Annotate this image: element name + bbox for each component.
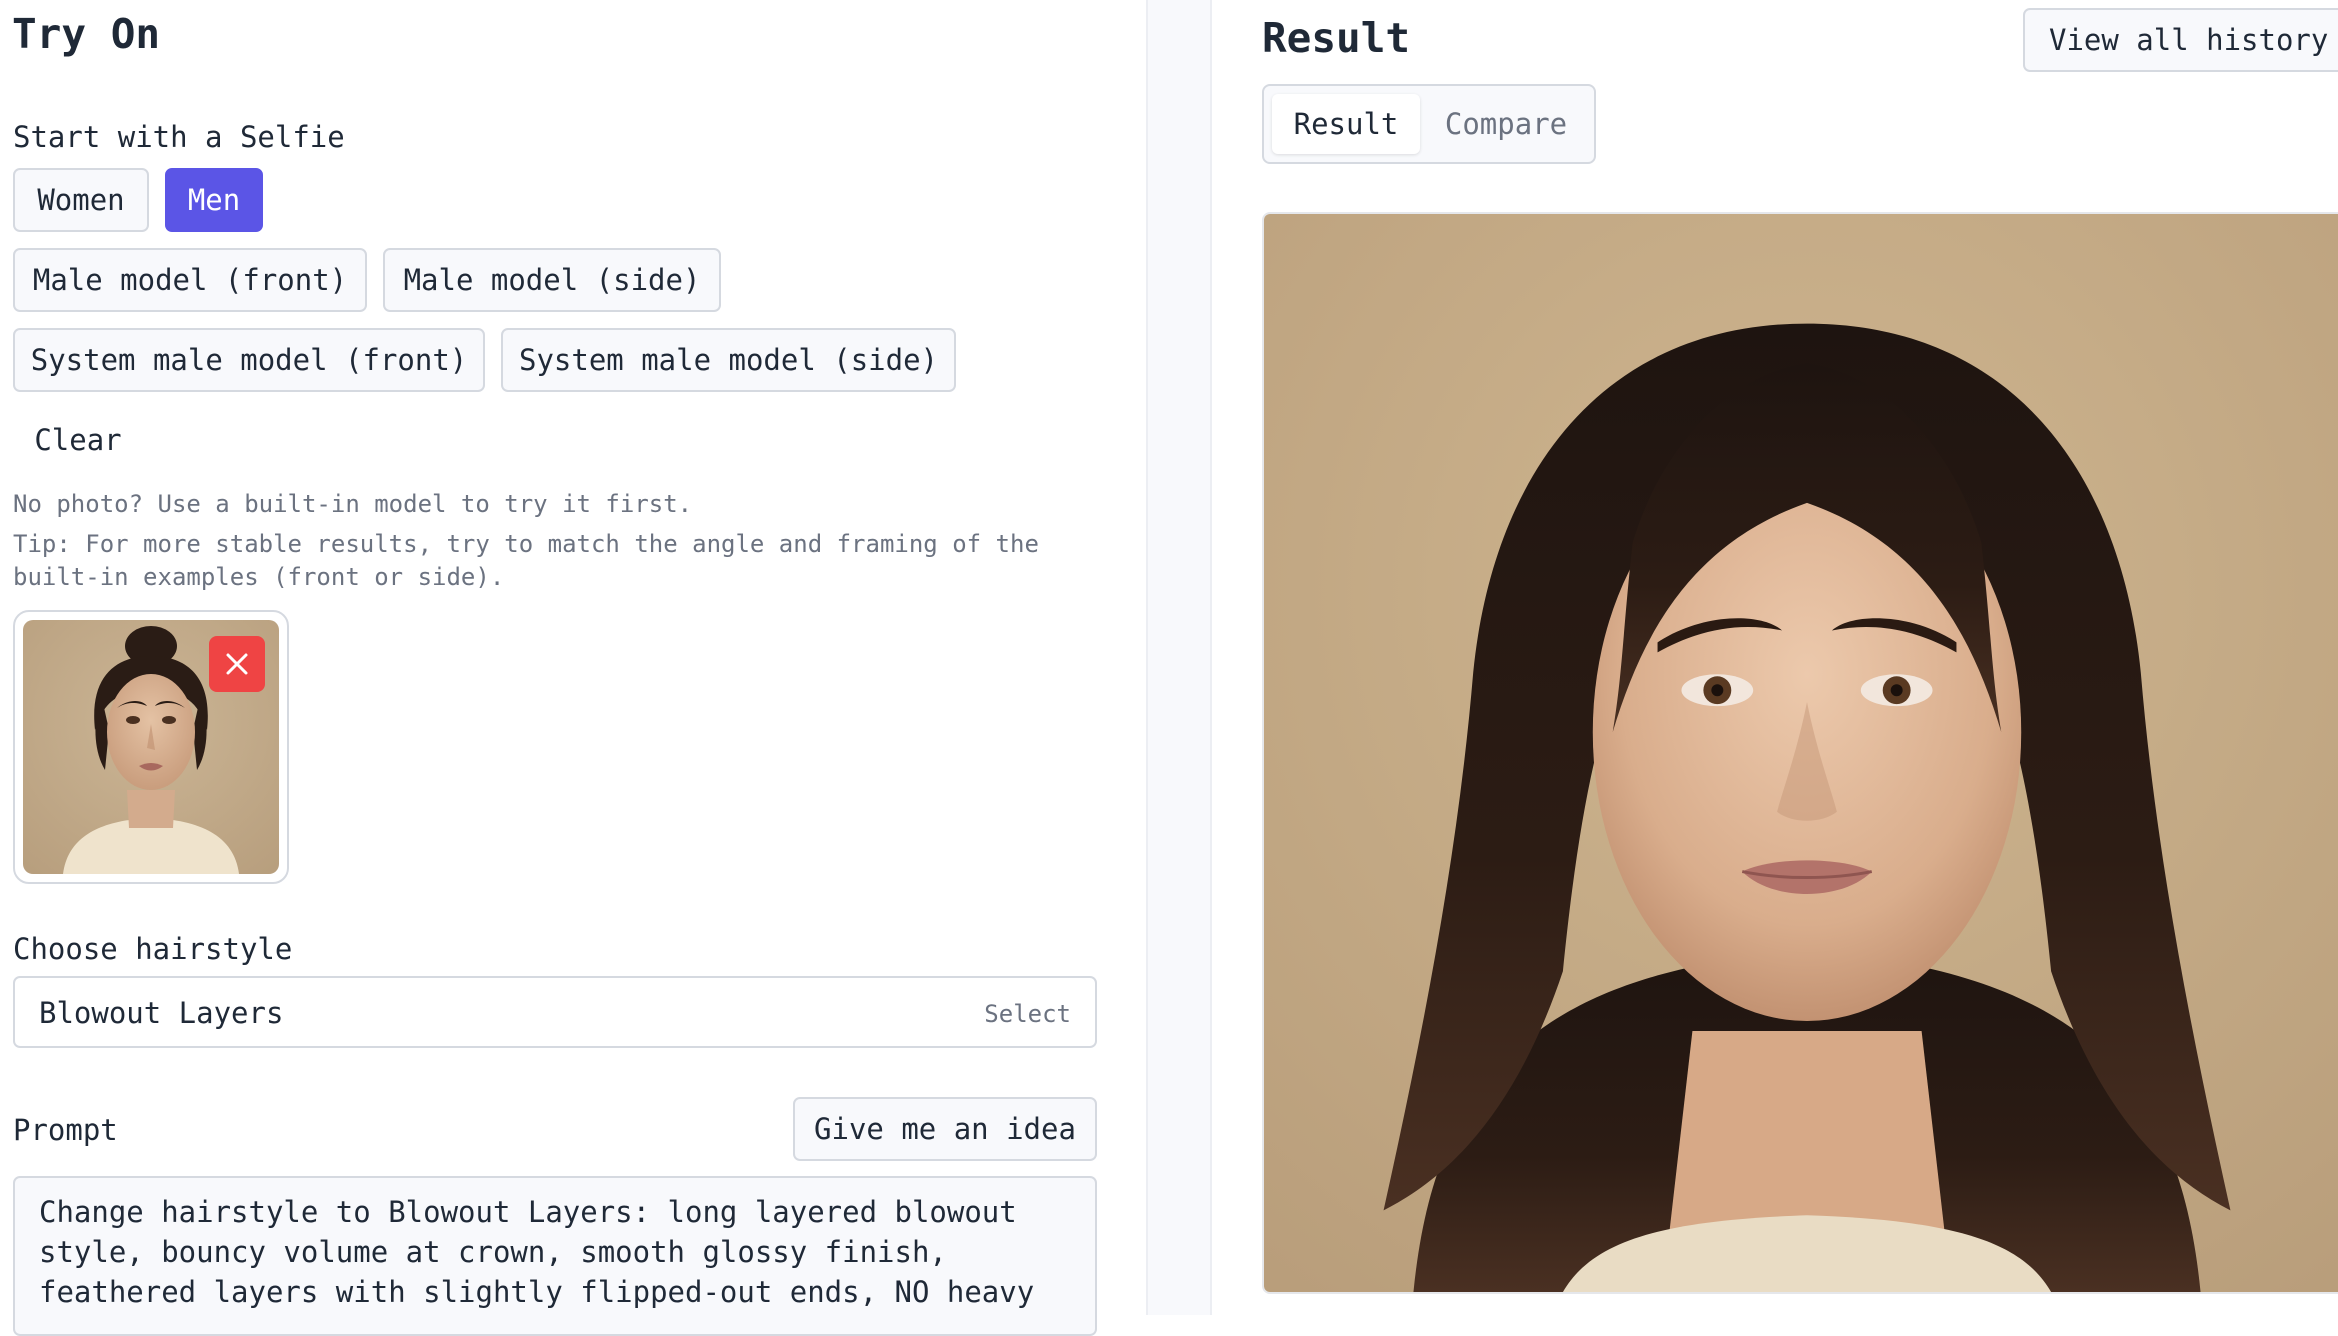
- hairstyle-label: Choose hairstyle: [13, 932, 293, 966]
- result-panel: Result View all history Result Compare: [1212, 0, 2338, 1315]
- tip-hint-line-2: built-in examples (front or side).: [13, 563, 505, 591]
- hairstyle-selected-value: Blowout Layers: [39, 996, 284, 1030]
- view-all-history-button[interactable]: View all history: [2023, 8, 2338, 72]
- result-photo: [1262, 212, 2338, 1294]
- male-model-front-button[interactable]: Male model (front): [13, 248, 367, 312]
- selfie-thumbnail-card: [13, 610, 289, 884]
- panel-divider[interactable]: [1146, 0, 1212, 1315]
- no-photo-hint: No photo? Use a built-in model to try it…: [13, 490, 693, 518]
- system-male-model-side-button[interactable]: System male model (side): [501, 328, 956, 392]
- give-me-an-idea-button[interactable]: Give me an idea: [793, 1097, 1097, 1161]
- select-hint: Select: [984, 1000, 1071, 1028]
- male-model-side-button[interactable]: Male model (side): [383, 248, 721, 312]
- prompt-textarea[interactable]: Change hairstyle to Blowout Layers: long…: [13, 1176, 1097, 1336]
- clear-button[interactable]: Clear: [13, 408, 143, 472]
- try-on-panel: Try On Start with a Selfie Women Men Mal…: [0, 0, 1146, 1336]
- tip-hint-line-1: Tip: For more stable results, try to mat…: [13, 530, 1039, 558]
- result-title: Result: [1262, 14, 1411, 62]
- close-icon: [226, 653, 248, 675]
- women-button[interactable]: Women: [13, 168, 149, 232]
- remove-selfie-button[interactable]: [209, 636, 265, 692]
- result-tabs: Result Compare: [1262, 84, 1596, 164]
- tab-result[interactable]: Result: [1272, 94, 1420, 154]
- system-male-model-front-button[interactable]: System male model (front): [13, 328, 485, 392]
- page-title: Try On: [12, 10, 161, 58]
- selfie-section-label: Start with a Selfie: [13, 120, 345, 154]
- tab-compare[interactable]: Compare: [1426, 94, 1586, 154]
- prompt-label: Prompt: [13, 1113, 118, 1147]
- hairstyle-select[interactable]: Blowout Layers Select: [13, 976, 1097, 1048]
- men-button[interactable]: Men: [165, 168, 263, 232]
